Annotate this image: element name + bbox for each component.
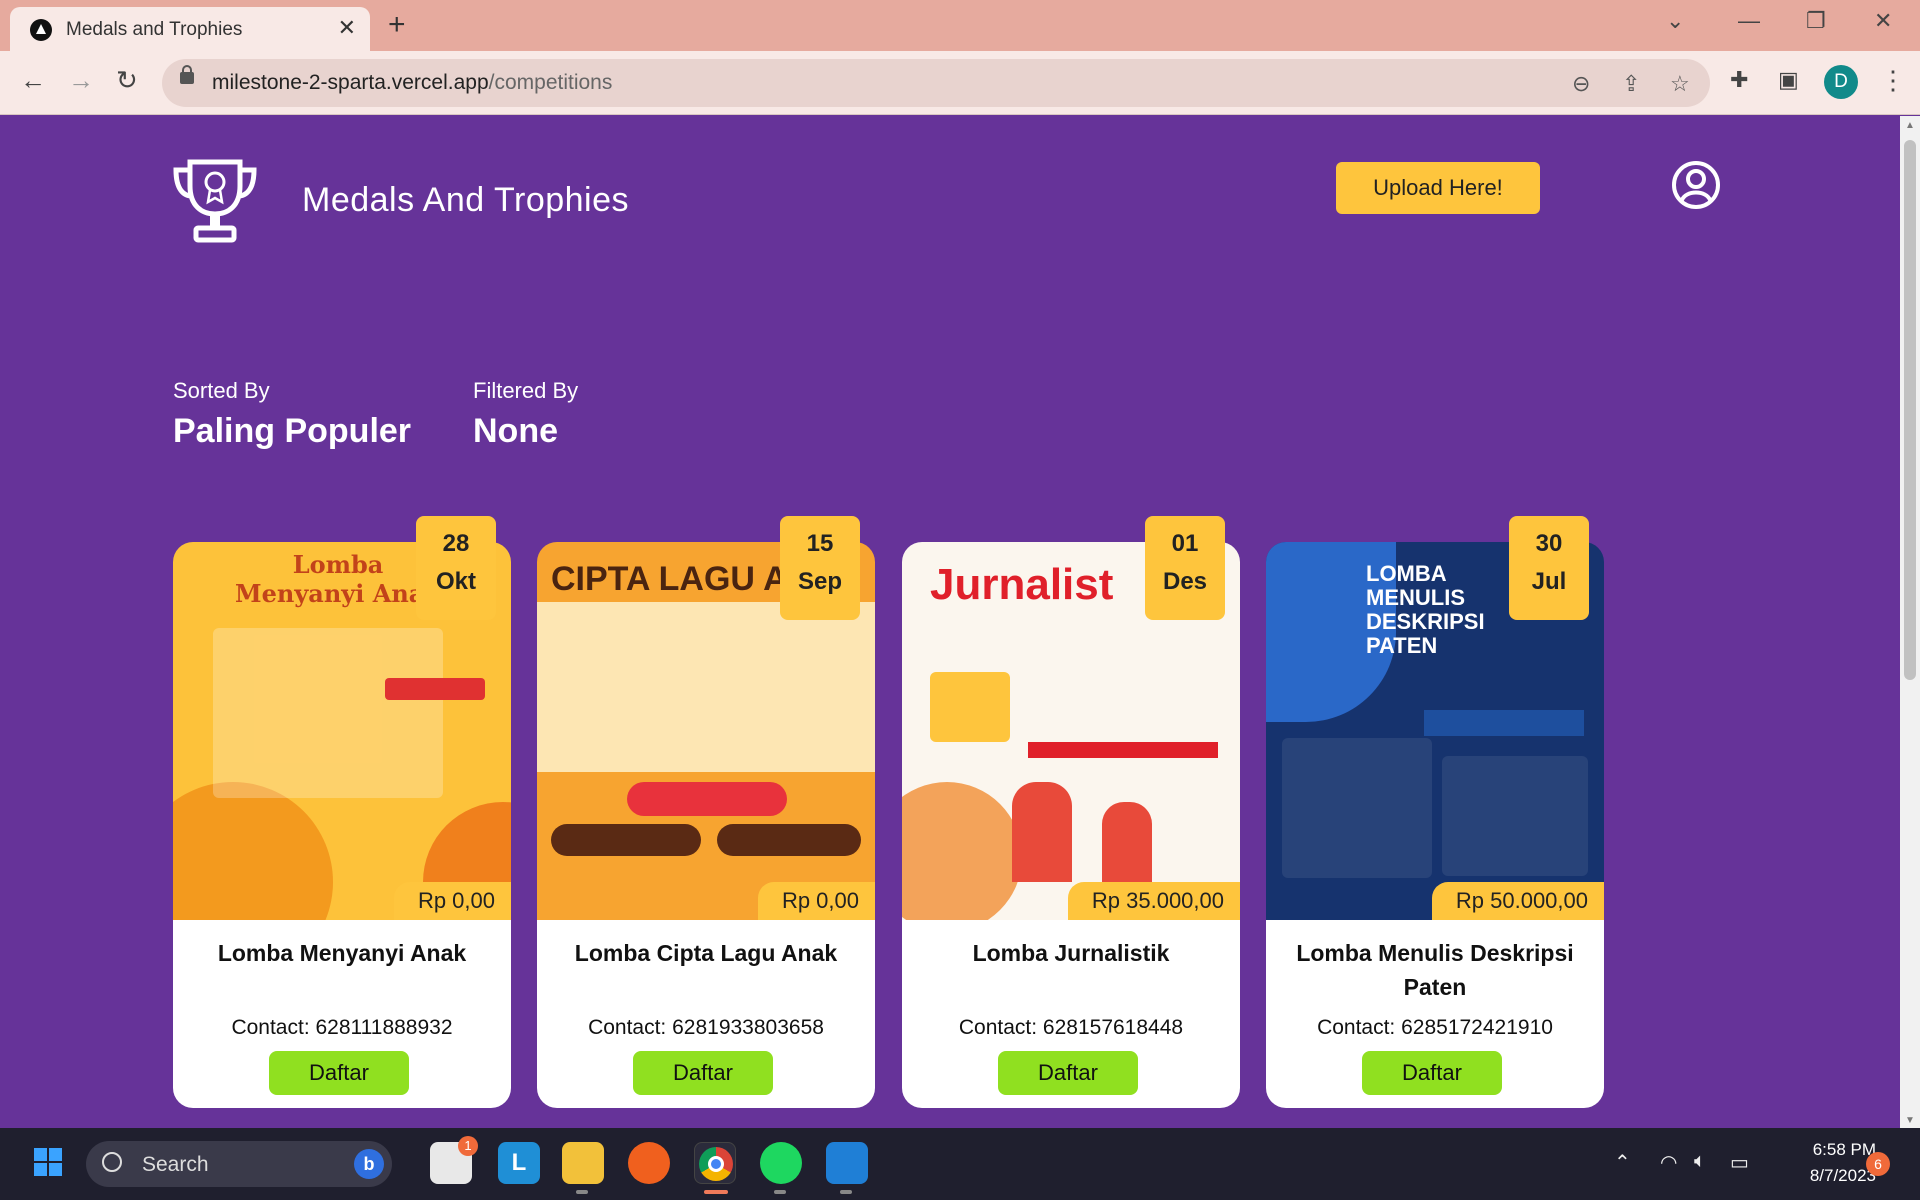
date-badge: 15 Sep [780, 516, 860, 620]
tab-title: Medals and Trophies [66, 19, 243, 40]
poster-title: CIPTA LAGU A [551, 560, 788, 598]
price-tag: Rp 50.000,00 [1431, 882, 1604, 920]
side-panel-icon[interactable]: ▣ [1778, 67, 1799, 93]
card-body: Lomba Cipta Lagu Anak Contact: 628193380… [537, 920, 875, 1108]
minimize-icon[interactable]: — [1738, 8, 1760, 34]
wifi-icon[interactable]: ◠ [1660, 1150, 1677, 1175]
card-body: Lomba Menyanyi Anak Contact: 62811188893… [173, 920, 511, 1108]
competition-card[interactable]: Lomba Menyanyi Anak 28 Okt Rp 0,00 Lomba… [173, 516, 511, 1108]
clock-time[interactable]: 6:58 PM [1786, 1140, 1876, 1160]
back-arrow-icon[interactable]: ← [20, 65, 46, 96]
forward-arrow-icon[interactable]: → [68, 65, 94, 96]
page-scrollbar[interactable]: ▲ ▼ [1900, 116, 1920, 1128]
competition-title: Lomba Jurnalistik [972, 940, 1170, 966]
price-tag: Rp 0,00 [757, 882, 875, 920]
clock-date[interactable]: 8/7/2023 [1786, 1166, 1876, 1186]
close-tab-icon[interactable]: ✕ [338, 15, 356, 41]
competition-card[interactable]: CIPTA LAGU A 15 Sep Rp 0,00 Lomba Cipta … [537, 516, 875, 1108]
trophy-icon [173, 159, 257, 243]
register-button[interactable]: Daftar [269, 1051, 409, 1095]
firefox-icon[interactable] [628, 1142, 670, 1184]
windows-start-icon[interactable] [34, 1148, 64, 1178]
zoom-out-icon[interactable]: ⊖ [1572, 71, 1590, 97]
launcher-l-icon[interactable]: L [498, 1142, 540, 1184]
register-button[interactable]: Daftar [998, 1051, 1138, 1095]
search-placeholder: Search [142, 1153, 209, 1176]
price-tag: Rp 35.000,00 [1067, 882, 1240, 920]
lock-icon [180, 65, 194, 84]
vscode-icon[interactable] [826, 1142, 868, 1184]
date-badge: 01 Des [1145, 516, 1225, 620]
poster-title: Jurnalist [930, 560, 1114, 609]
taskbar-search[interactable]: Search b [86, 1141, 392, 1187]
profile-avatar[interactable]: D [1824, 65, 1858, 99]
competition-title: Lomba Cipta Lagu Anak [574, 940, 838, 966]
competition-card[interactable]: Jurnalist 01 Des Rp 35.000,00 Lomba Jurn… [902, 516, 1240, 1108]
bing-icon[interactable]: b [354, 1149, 384, 1179]
contact-text: Contact: 628157618448 [958, 1016, 1184, 1039]
file-explorer-icon[interactable] [562, 1142, 604, 1184]
poster-title: Lomba Menyanyi Anak [235, 550, 441, 608]
contact-text: Contact: 6281933803658 [588, 1016, 824, 1039]
register-button[interactable]: Daftar [633, 1051, 773, 1095]
competition-title: Lomba Menyanyi Anak [217, 940, 467, 966]
spotify-icon[interactable] [760, 1142, 802, 1184]
filtered-by-value[interactable]: None [473, 412, 558, 451]
sorted-by-label: Sorted By [173, 378, 270, 403]
menu-kebab-icon[interactable]: ⋮ [1880, 65, 1906, 96]
reload-icon[interactable]: ↻ [116, 65, 138, 96]
app-indicator [840, 1190, 852, 1194]
poster-title: LOMBA MENULIS DESKRIPSI PATEN [1366, 561, 1485, 658]
app-indicator-active [704, 1190, 728, 1194]
extensions-puzzle-icon[interactable]: ✚ [1730, 67, 1748, 93]
card-body: Lomba Menulis Deskripsi Paten Contact: 6… [1266, 920, 1604, 1108]
brand-title: Medals And Trophies [302, 181, 630, 219]
scroll-down-icon[interactable]: ▼ [1905, 1115, 1915, 1126]
battery-icon[interactable]: ▭ [1730, 1150, 1749, 1175]
browser-tab[interactable]: Medals and Trophies ✕ [10, 7, 370, 51]
address-bar[interactable]: milestone-2-sparta.vercel.app/competitio… [162, 59, 1710, 107]
url-text: milestone-2-sparta.vercel.app/competitio… [212, 71, 613, 94]
competition-card[interactable]: LOMBA MENULIS DESKRIPSI PATEN 30 Jul Rp … [1266, 516, 1604, 1108]
share-icon[interactable]: ⇪ [1622, 71, 1640, 97]
tab-search-chevron-icon[interactable]: ⌄ [1666, 8, 1684, 34]
chrome-icon[interactable] [694, 1142, 736, 1184]
date-badge: 28 Okt [416, 516, 496, 620]
new-tab-button[interactable]: + [388, 8, 406, 42]
sorted-by-value[interactable]: Paling Populer [173, 412, 411, 451]
contact-text: Contact: 6285172421910 [1317, 1016, 1553, 1039]
os-taskbar: Search b 1 L ⌃ ◠ 🔈︎ ▭ 6:58 PM 8/7/2023 6 [0, 1128, 1920, 1200]
user-account-icon[interactable] [1670, 159, 1722, 211]
browser-toolbar: ← → ↻ milestone-2-sparta.vercel.app/comp… [0, 51, 1920, 115]
register-button[interactable]: Daftar [1362, 1051, 1502, 1095]
competitions-page: Medals And Trophies Upload Here! Sorted … [0, 116, 1900, 1128]
app-indicator [576, 1190, 588, 1194]
card-body: Lomba Jurnalistik Contact: 628157618448 … [902, 920, 1240, 1108]
price-tag: Rp 0,00 [393, 882, 511, 920]
competition-title: Lomba Menulis Deskripsi Paten [1296, 940, 1574, 1000]
notification-badge[interactable]: 6 [1866, 1152, 1890, 1176]
scrollbar-thumb[interactable] [1904, 140, 1916, 680]
app-indicator [774, 1190, 786, 1194]
site-favicon-icon [30, 19, 52, 41]
upload-button[interactable]: Upload Here! [1336, 162, 1540, 214]
contact-text: Contact: 628111888932 [231, 1016, 453, 1039]
search-icon [102, 1152, 122, 1172]
tray-chevron-up-icon[interactable]: ⌃ [1614, 1150, 1631, 1175]
volume-icon[interactable]: 🔈︎ [1694, 1150, 1706, 1173]
store-badge: 1 [458, 1136, 478, 1156]
date-badge: 30 Jul [1509, 516, 1589, 620]
bookmark-star-icon[interactable]: ☆ [1670, 71, 1690, 97]
store-icon[interactable]: 1 [430, 1136, 478, 1184]
close-window-icon[interactable]: ✕ [1874, 8, 1892, 34]
filtered-by-label: Filtered By [473, 378, 579, 403]
scroll-up-icon[interactable]: ▲ [1905, 120, 1915, 131]
restore-icon[interactable]: ❐ [1806, 8, 1826, 34]
browser-tab-strip: Medals and Trophies ✕ + ⌄ — ❐ ✕ [0, 0, 1920, 51]
